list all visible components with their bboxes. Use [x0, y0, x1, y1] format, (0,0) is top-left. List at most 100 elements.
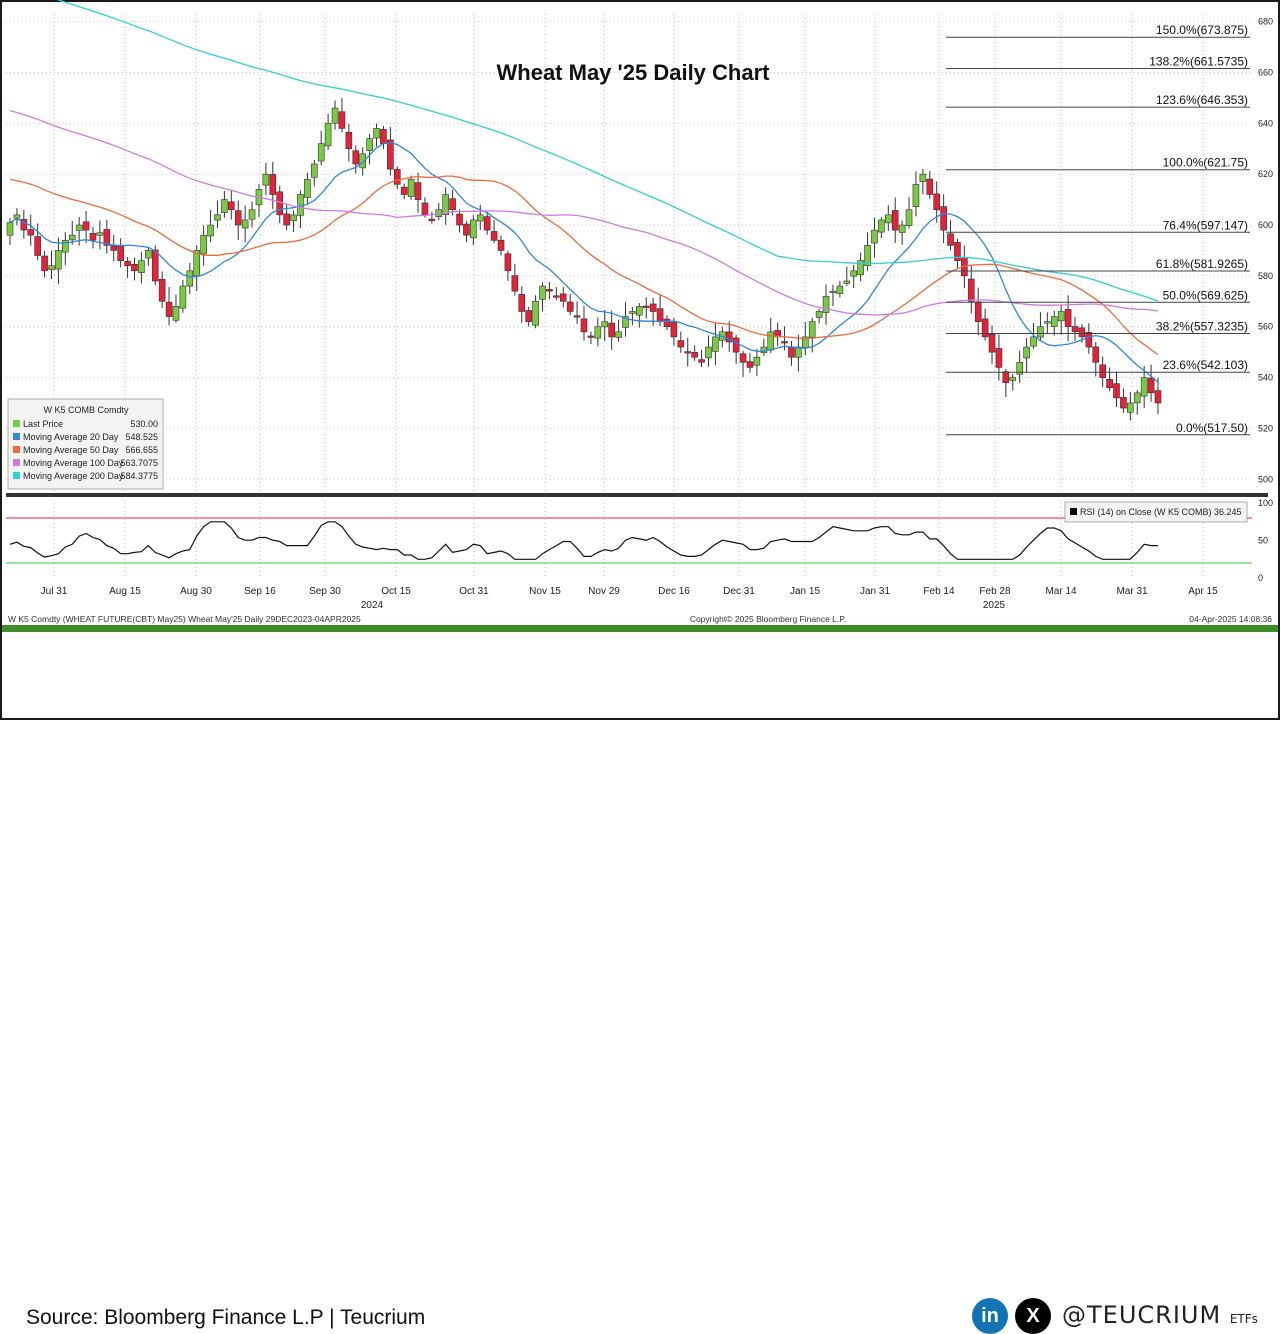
x-tick-label: Sep 30 [309, 586, 341, 597]
candle [1127, 402, 1134, 413]
y-tick-label: 660 [1258, 67, 1273, 77]
panel-separator [6, 493, 1268, 497]
candle [850, 270, 858, 277]
candle [13, 214, 21, 219]
candle [1085, 332, 1093, 348]
candle [165, 301, 173, 317]
legend-header: W K5 COMB Comdty [43, 405, 129, 415]
candle [1078, 327, 1086, 338]
candle [34, 236, 41, 256]
x-icon[interactable]: X [1015, 1298, 1051, 1334]
candle [283, 213, 290, 226]
candle [145, 250, 152, 259]
candle [124, 260, 131, 267]
candle [829, 290, 837, 293]
candle [387, 139, 394, 170]
legend-value: 548.525 [125, 432, 158, 442]
rsi-legend-swatch [1070, 508, 1077, 515]
candle [179, 285, 187, 309]
candle [746, 361, 754, 368]
y-tick-label: 600 [1258, 220, 1273, 230]
candle [947, 233, 954, 246]
candle [919, 173, 927, 182]
legend-value: 566.655 [125, 445, 158, 455]
legend-label: Last Price [23, 419, 63, 429]
candle [82, 221, 90, 231]
candle [670, 322, 678, 338]
legend: W K5 COMB Comdty Last Price 530.00 Moving A… [7, 398, 164, 490]
candle [68, 234, 76, 241]
x-tick-label: Mar 31 [1116, 586, 1148, 597]
candle [456, 213, 463, 226]
candle [89, 233, 97, 241]
candle [331, 107, 339, 124]
candle [131, 263, 138, 272]
fib-level-label: 23.6%(542.103) [1163, 358, 1248, 372]
candle [1120, 397, 1127, 409]
candle [310, 163, 318, 178]
candle [559, 293, 567, 302]
candle [878, 219, 885, 233]
info-right: 04-Apr-2025 14:08:36 [1189, 614, 1272, 624]
brand-logo: @TEUCRIUM ETFs [1062, 1301, 1258, 1329]
candle [407, 178, 415, 197]
candle [642, 305, 650, 308]
candle [615, 331, 622, 338]
candle [234, 210, 242, 226]
candle [712, 336, 719, 352]
year-label: 2024 [361, 600, 384, 611]
candle [705, 346, 712, 359]
candle [241, 219, 249, 229]
legend-label: Moving Average 50 Day [23, 445, 119, 455]
candle [248, 209, 256, 220]
candle [200, 234, 207, 255]
candle [739, 353, 747, 363]
candle [324, 123, 332, 147]
candle [649, 303, 657, 312]
candle [1092, 346, 1100, 363]
candle [891, 210, 899, 231]
candle [6, 222, 14, 236]
candle [553, 295, 560, 298]
legend-value: 563.7075 [120, 458, 158, 468]
candle [317, 143, 325, 162]
candle [857, 260, 864, 276]
candle [884, 214, 892, 224]
candle [1009, 377, 1017, 381]
candle [290, 214, 297, 221]
info-left: W K5 Comdty (WHEAT FUTURE(CBT) May25) Wh… [8, 614, 361, 624]
fib-level-label: 38.2%(557.3235) [1156, 320, 1248, 334]
candle [138, 260, 145, 273]
candle [1064, 309, 1072, 328]
candle [1023, 346, 1030, 359]
y-tick-label: 640 [1258, 118, 1273, 128]
candle [504, 253, 512, 272]
x-tick-label: Jul 31 [41, 586, 68, 597]
fib-level-label: 123.6%(646.353) [1156, 93, 1248, 107]
linkedin-icon[interactable]: in [972, 1298, 1008, 1334]
y-tick-label: 620 [1258, 169, 1273, 179]
candle [905, 209, 913, 227]
candle [1113, 383, 1120, 399]
candle [926, 178, 934, 195]
rsi-line [9, 521, 1158, 560]
candle [497, 239, 505, 251]
chart-title: Wheat May '25 Daily Chart [497, 60, 771, 85]
candle [822, 295, 830, 313]
candle [228, 201, 235, 211]
candle [580, 318, 588, 333]
candle [864, 245, 871, 267]
candle [684, 351, 692, 354]
candle [1071, 326, 1079, 333]
candle [753, 356, 761, 366]
x-tick-label: Apr 15 [1188, 586, 1218, 597]
info-center: Copyright© 2025 Bloomberg Finance L.P. [690, 614, 846, 624]
candle [629, 311, 636, 314]
y-tick-label: 560 [1258, 322, 1273, 332]
candle [546, 288, 553, 292]
legend-swatch [13, 472, 20, 479]
x-tick-label: Aug 30 [180, 586, 212, 597]
candle [940, 206, 947, 231]
fib-level-label: 50.0%(569.625) [1163, 288, 1248, 302]
candle [186, 270, 194, 287]
